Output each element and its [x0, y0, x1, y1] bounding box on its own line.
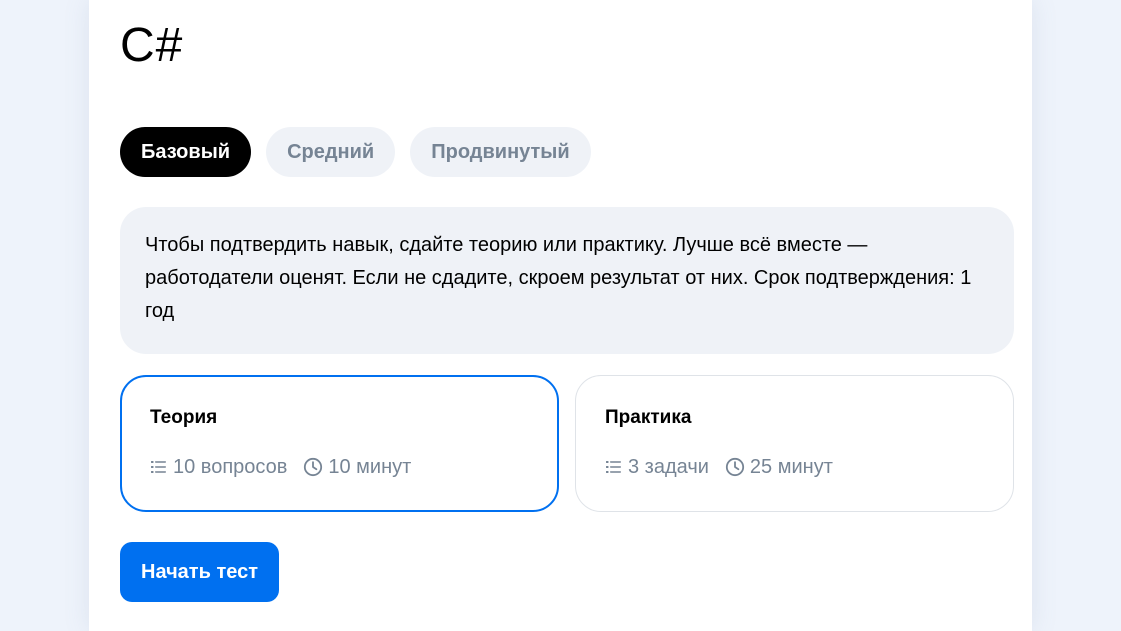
info-panel: Чтобы подтвердить навык, сдайте теорию и… [120, 207, 1014, 354]
list-icon [606, 461, 621, 473]
list-icon [151, 461, 166, 473]
option-title: Практика [605, 407, 692, 428]
option-title: Теория [150, 407, 218, 428]
level-tab-basic[interactable]: Базовый [120, 127, 252, 177]
start-test-button[interactable]: Начать тест [120, 542, 280, 602]
option-meta: 10 вопросов 10 минут [150, 455, 529, 479]
skill-test-card: C# Базовый Средний Продвинутый Чтобы под… [89, 0, 1032, 631]
question-count: 10 вопросов [150, 455, 287, 479]
level-tabs: Базовый Средний Продвинутый [120, 127, 591, 177]
clock-icon [725, 457, 745, 477]
task-count-label: 3 задачи [628, 456, 709, 478]
skill-title: C# [120, 19, 184, 72]
duration-label: 25 минут [749, 456, 833, 478]
duration: 25 минут [725, 455, 833, 479]
duration-label: 10 минут [328, 456, 412, 478]
clock-icon [304, 457, 323, 477]
option-meta: 3 задачи 25 минут [605, 455, 984, 479]
level-tab-advanced[interactable]: Продвинутый [410, 127, 591, 177]
duration: 10 минут [303, 455, 411, 479]
level-tab-intermediate[interactable]: Средний [266, 127, 396, 177]
option-theory[interactable]: Теория 10 вопросов 10 минут [120, 375, 559, 512]
option-practice[interactable]: Практика 3 задачи 25 минут [575, 375, 1014, 512]
task-count: 3 задачи [605, 455, 709, 479]
test-options: Теория 10 вопросов 10 минут Практика 3 з… [120, 375, 1014, 512]
question-count-label: 10 вопросов [173, 456, 288, 478]
